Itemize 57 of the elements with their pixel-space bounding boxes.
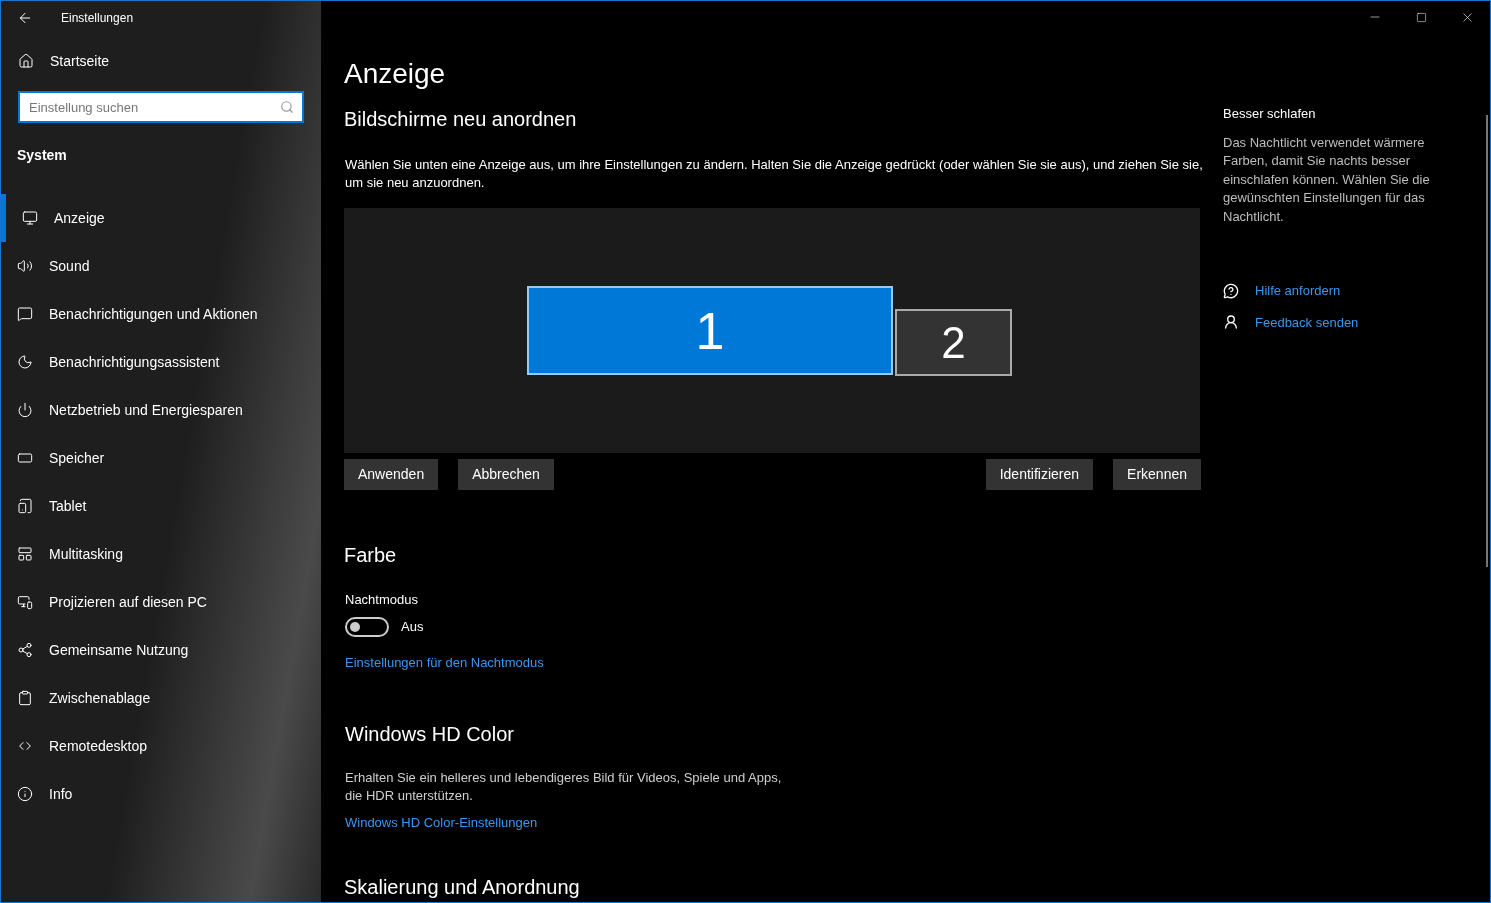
action-button[interactable]: Abbrechen xyxy=(458,458,554,490)
section-heading: Farbe xyxy=(344,542,398,568)
person-icon xyxy=(1223,314,1239,331)
drive-icon xyxy=(17,450,33,466)
moon-icon xyxy=(17,354,33,370)
description-text: Wählen Sie unten eine Anzeige aus, um ihre Einstellungen zu ändern. Halten Sie die Anzeige gedrückt (oder wählen Sie sie aus), und ziehen Sie sie, um sie neu anzuordnen. xyxy=(344,156,1204,192)
maximize-icon xyxy=(1415,11,1427,23)
monitor-icon xyxy=(22,210,38,226)
aside-heading: Besser schlafen xyxy=(1223,105,1317,123)
nav-item[interactable]: Gemeinsame Nutzung xyxy=(1,626,321,674)
nav-item[interactable]: Sound xyxy=(1,242,321,290)
nav-item[interactable]: Benachrichtigungsassistent xyxy=(1,338,321,386)
section-heading: Skalierung und Anordnung xyxy=(344,875,581,900)
help-link[interactable]: Hilfe anfordern xyxy=(1255,281,1341,301)
multitasking-icon xyxy=(17,546,33,562)
section-heading: Windows HD Color xyxy=(344,721,515,747)
help-icon xyxy=(1223,282,1239,299)
help-link[interactable]: Feedback senden xyxy=(1255,312,1359,332)
night-mode-toggle[interactable] xyxy=(345,617,389,637)
nav-item[interactable]: Speicher xyxy=(1,434,321,482)
nav-item[interactable]: Projizieren auf diesen PC xyxy=(1,578,321,626)
info-icon xyxy=(17,786,33,802)
nav-item[interactable]: Benachrichtigungen und Aktionen xyxy=(1,290,321,338)
speaker-icon xyxy=(17,258,33,274)
monitor-tile[interactable]: 2 xyxy=(895,309,1012,376)
nav-item[interactable]: Multitasking xyxy=(1,530,321,578)
nav-item[interactable]: Tablet xyxy=(1,482,321,530)
tablet-icon xyxy=(17,498,33,514)
search-icon xyxy=(280,100,294,114)
night-mode-settings-link[interactable]: Einstellungen für den Nachtmodus xyxy=(344,653,544,673)
nav-item[interactable]: Zwischenablage xyxy=(1,674,321,722)
power-icon xyxy=(17,402,33,418)
share-icon xyxy=(17,642,33,658)
section-heading: System xyxy=(16,146,68,165)
nav-item[interactable]: Netzbetrieb und Energiesparen xyxy=(1,386,321,434)
action-button[interactable]: Anwenden xyxy=(344,458,439,490)
window-title: Einstellungen xyxy=(61,10,134,27)
action-button[interactable]: Erkennen xyxy=(1113,458,1201,490)
home-icon xyxy=(18,53,34,69)
speech-bubble-icon xyxy=(17,306,33,322)
back-icon[interactable] xyxy=(17,10,33,26)
projector-icon xyxy=(17,594,33,610)
page-title: Anzeige xyxy=(344,57,447,91)
aside-text: Das Nachtlicht verwendet wärmere Farben, damit Sie nachts besser einschlafen können. Wählen Sie die gewünschten Einstellungen für das Nachtlicht. xyxy=(1223,133,1431,226)
description-text: Erhalten Sie ein helleres und lebendigeres Bild für Videos, Spiele und Apps, die HDR unterstützen. xyxy=(344,768,783,805)
toggle-label: Nachtmodus xyxy=(344,590,419,609)
clipboard-icon xyxy=(17,690,33,706)
section-heading: Bildschirme neu anordnen xyxy=(344,107,578,132)
search-field[interactable]: Einstellung suchen xyxy=(18,91,304,123)
toggle-state-text: Aus xyxy=(401,618,424,637)
monitor-tile[interactable]: 1 xyxy=(527,286,893,375)
hd-color-settings-link[interactable]: Windows HD Color-Einstellungen xyxy=(344,812,538,832)
action-button[interactable]: Identifizieren xyxy=(985,458,1094,490)
nav-item[interactable]: Anzeige xyxy=(1,194,321,242)
home-item[interactable]: Startseite xyxy=(1,41,321,81)
nav-item[interactable]: Info xyxy=(1,770,321,818)
nav-item[interactable]: Remotedesktop xyxy=(1,722,321,770)
